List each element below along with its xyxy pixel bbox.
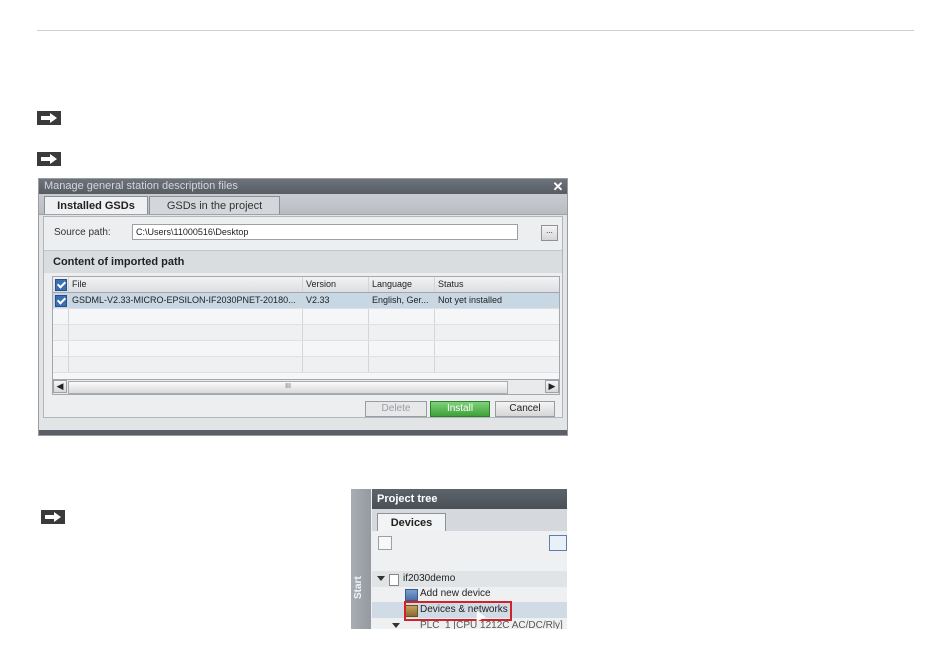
- table-row-empty: [53, 325, 559, 341]
- document-icon: [389, 574, 399, 586]
- row-file: GSDML-V2.33-MICRO-EPSILON-IF2030PNET-201…: [69, 293, 303, 308]
- dialog-title-bar: Manage general station description files…: [39, 179, 567, 194]
- start-sidebar[interactable]: Start: [351, 489, 371, 629]
- new-item-icon[interactable]: [378, 536, 392, 550]
- dialog-tabs: Installed GSDs GSDs in the project: [39, 194, 567, 215]
- arrow-icon: [37, 111, 61, 125]
- delete-button[interactable]: Delete: [365, 401, 427, 417]
- expand-icon[interactable]: [377, 576, 385, 581]
- project-tree-tabs: Devices: [372, 509, 567, 531]
- browse-button[interactable]: ...: [541, 225, 558, 241]
- arrow-icon: [37, 152, 61, 166]
- checkbox-icon[interactable]: [55, 279, 67, 291]
- checkbox-icon[interactable]: [55, 295, 67, 307]
- expand-icon[interactable]: [392, 623, 400, 628]
- dialog-button-bar: Delete Install Cancel: [39, 390, 567, 423]
- column-status[interactable]: Status: [435, 277, 559, 292]
- tree-item-add-device[interactable]: Add new device: [372, 586, 567, 602]
- source-path-input[interactable]: C:\Users\11000516\Desktop: [132, 224, 518, 240]
- header-checkbox-cell: [53, 277, 69, 292]
- project-tree-panel: Start Project tree Devices if2030demo Ad…: [351, 489, 567, 629]
- project-tree-header: Project tree: [372, 489, 567, 509]
- imported-path-section: Content of imported path: [44, 250, 562, 273]
- table-row[interactable]: GSDML-V2.33-MICRO-EPSILON-IF2030PNET-201…: [53, 293, 559, 309]
- source-path-label: Source path:: [54, 227, 111, 238]
- row-checkbox-cell: [53, 293, 69, 308]
- dialog-title: Manage general station description files: [44, 180, 238, 192]
- install-button[interactable]: Install: [430, 401, 490, 417]
- tree-item-label: Add new device: [420, 588, 491, 599]
- table-row-empty: [53, 309, 559, 325]
- table-header: File Version Language Status: [53, 277, 559, 293]
- device-icon: [405, 589, 418, 601]
- tab-installed-gsds[interactable]: Installed GSDs: [44, 196, 148, 214]
- start-label: Start: [353, 576, 364, 599]
- dialog-panel: Source path: C:\Users\11000516\Desktop .…: [43, 216, 563, 418]
- top-divider: [37, 30, 914, 31]
- gsd-file-table: File Version Language Status GSDML-V2.33…: [52, 276, 560, 395]
- project-tree-toolbar: [372, 531, 567, 561]
- column-version[interactable]: Version: [303, 277, 369, 292]
- section-title: Content of imported path: [53, 256, 185, 268]
- view-toggle-icon[interactable]: [549, 535, 567, 551]
- tab-gsds-in-project[interactable]: GSDs in the project: [149, 196, 280, 214]
- row-language: English, Ger...: [369, 293, 435, 308]
- manage-gsd-dialog: Manage general station description files…: [38, 178, 568, 436]
- dialog-bottom-edge: [39, 430, 567, 435]
- table-row-empty: [53, 341, 559, 357]
- close-icon[interactable]: ✕: [552, 179, 564, 194]
- tree-item-label: if2030demo: [403, 573, 456, 584]
- row-version: V2.33: [303, 293, 369, 308]
- tab-devices[interactable]: Devices: [377, 513, 446, 531]
- row-status: Not yet installed: [438, 295, 503, 305]
- highlight-box: [404, 601, 512, 621]
- column-language[interactable]: Language: [369, 277, 435, 292]
- column-file[interactable]: File: [69, 277, 303, 292]
- cancel-button[interactable]: Cancel: [495, 401, 555, 417]
- arrow-icon: [41, 510, 65, 524]
- table-row-empty: [53, 357, 559, 373]
- tree-item-project[interactable]: if2030demo: [372, 571, 567, 587]
